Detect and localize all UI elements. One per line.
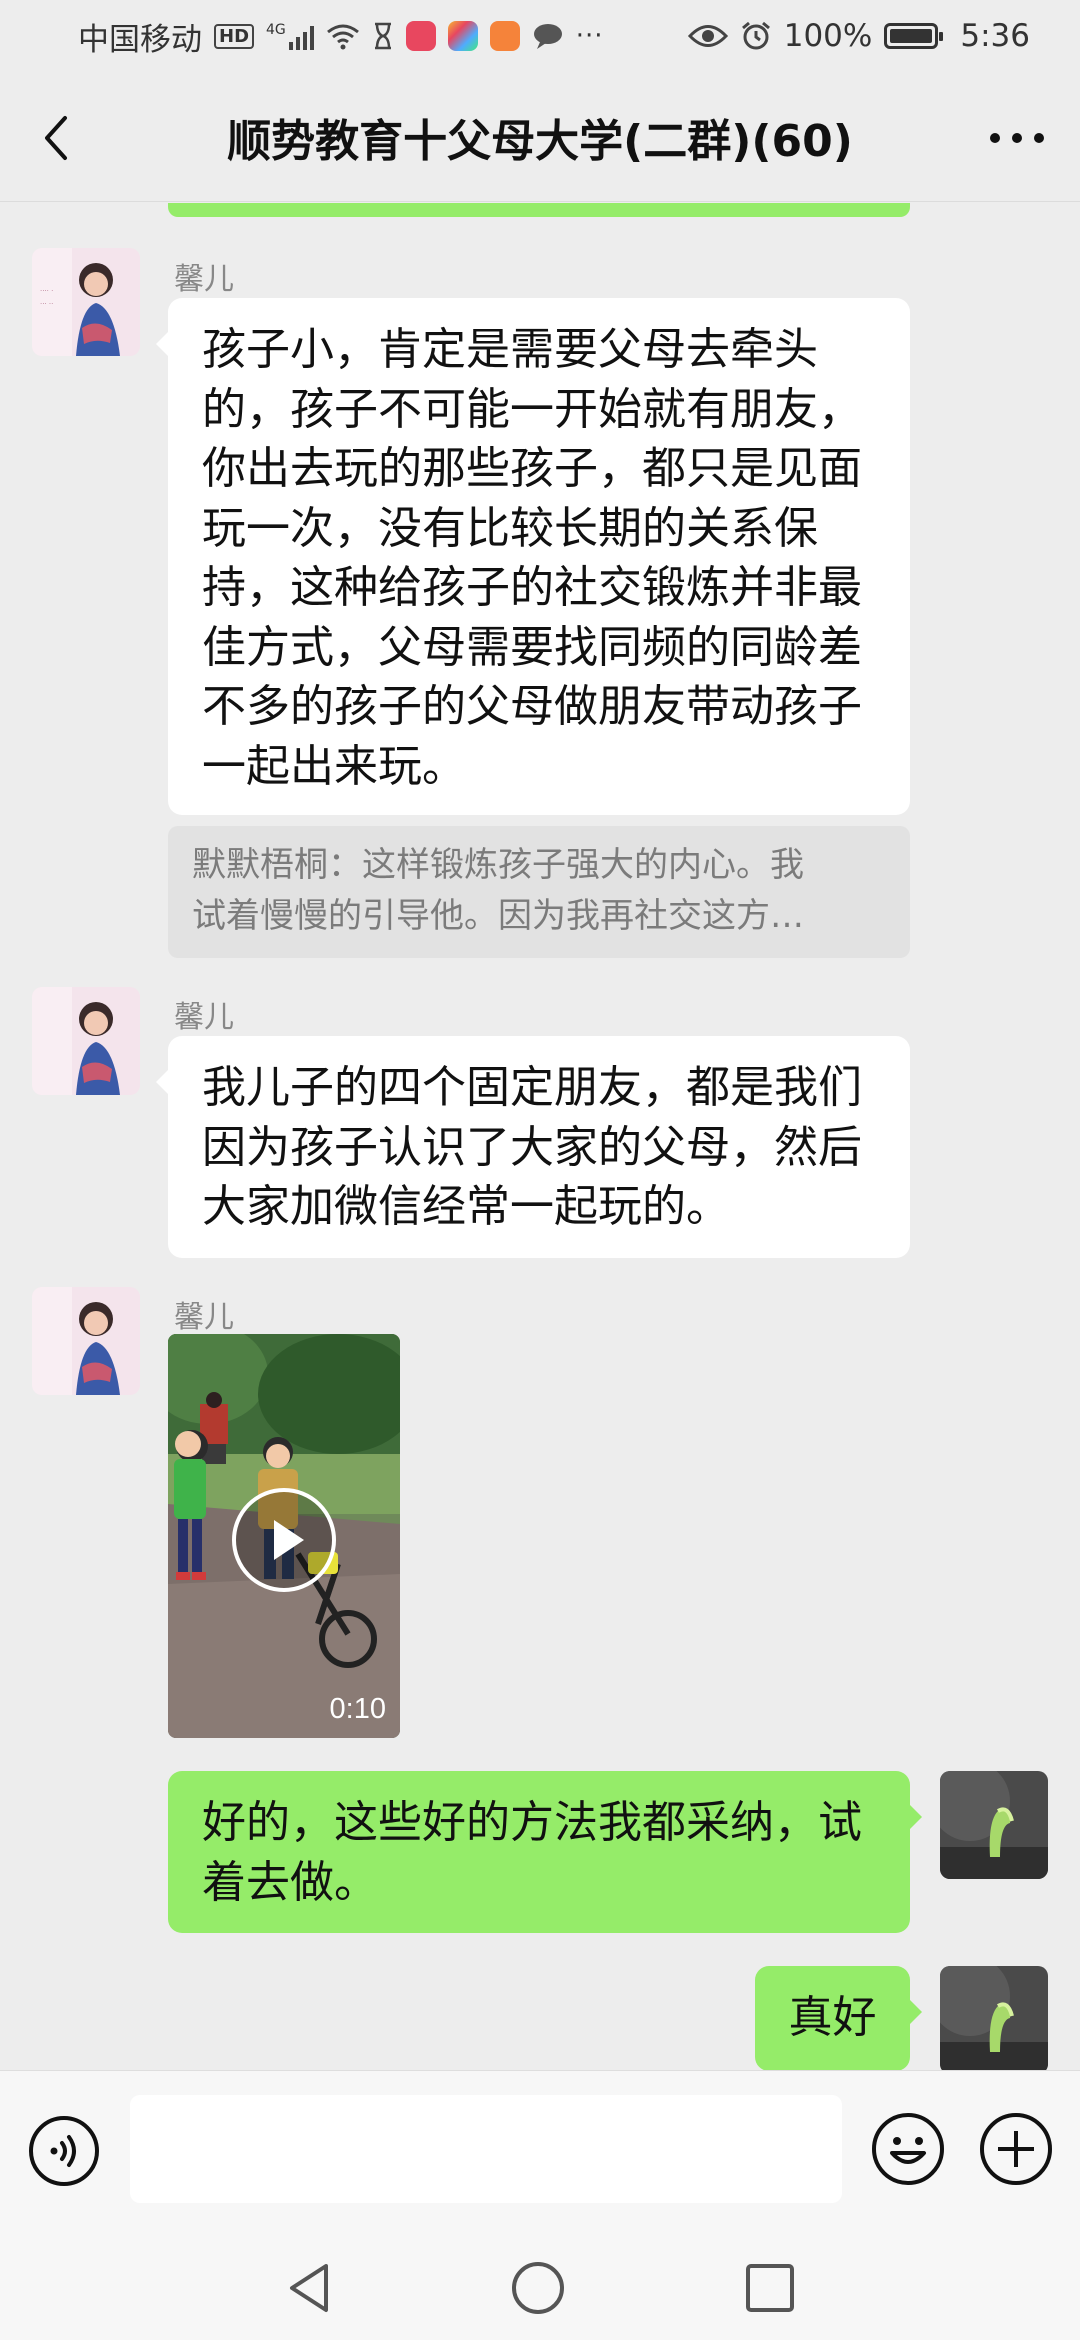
sender-name: 馨儿 xyxy=(174,1000,234,1035)
status-bar-right: 100% 5:36 xyxy=(687,18,1030,54)
play-icon[interactable] xyxy=(230,1486,338,1594)
avatar[interactable] xyxy=(32,1287,140,1395)
more-icon xyxy=(990,133,1044,143)
chat-area[interactable]: ···· · ··· ·· 馨儿 孩子小，肯定是需要父母去牵头的，孩子不可能一开… xyxy=(0,203,1080,2070)
battery-icon xyxy=(884,23,944,49)
chat-header: 顺势教育十父母大学(二群)(60) xyxy=(0,72,1080,202)
clock: 5:36 xyxy=(960,18,1030,54)
page-title: 顺势教育十父母大学(二群)(60) xyxy=(227,115,853,167)
nav-recent-icon[interactable] xyxy=(742,2260,798,2316)
plus-icon[interactable] xyxy=(978,2111,1054,2187)
sender-name: 馨儿 xyxy=(174,262,234,297)
network-label: 4G xyxy=(266,22,286,38)
avatar[interactable] xyxy=(940,1966,1048,2070)
wifi-icon xyxy=(326,24,359,50)
avatar[interactable] xyxy=(32,987,140,1095)
avatar[interactable]: ···· · ··· ·· xyxy=(32,248,140,356)
more-button[interactable] xyxy=(982,110,1052,166)
voice-icon[interactable] xyxy=(28,2115,100,2187)
message-bubble[interactable]: 真好 xyxy=(755,1966,922,2070)
quoted-message[interactable]: 默默梧桐：这样锻炼孩子强大的内心。我 试着慢慢的引导他。因为我再社交这方… xyxy=(168,826,910,958)
quote-line: 默默梧桐：这样锻炼孩子强大的内心。我 xyxy=(192,845,804,885)
message-icon xyxy=(533,24,562,49)
emoji-icon[interactable] xyxy=(870,2111,946,2187)
nav-home-icon[interactable] xyxy=(510,2260,566,2316)
system-nav-bar xyxy=(0,2230,1080,2340)
alarm-icon xyxy=(741,21,770,50)
carrier-label: 中国移动 xyxy=(78,21,202,58)
input-bar xyxy=(0,2070,1080,2230)
message-bubble[interactable]: 我儿子的四个固定朋友，都是我们因为孩子认识了大家的父母，然后大家加微信经常一起玩… xyxy=(156,1036,910,1258)
message-bubble[interactable]: 好的，这些好的方法我都采纳，试着去做。 xyxy=(168,1771,922,1933)
book-app-icon xyxy=(405,21,436,51)
avatar[interactable] xyxy=(940,1771,1048,1879)
status-bar-left: 中国移动 HD 4G ··· xyxy=(78,14,604,59)
svg-text:··· ··: ··· ·· xyxy=(40,300,53,308)
quote-line: 试着慢慢的引导他。因为我再社交这方… xyxy=(192,896,804,936)
back-button[interactable] xyxy=(28,110,84,166)
colorful-app-icon xyxy=(447,21,478,51)
back-arrow-icon xyxy=(45,116,67,160)
nav-back-icon[interactable] xyxy=(282,2260,338,2316)
sender-name: 馨儿 xyxy=(174,1300,234,1335)
heart-app-icon xyxy=(489,21,520,51)
hourglass-icon xyxy=(374,22,391,50)
message-bubble[interactable]: 孩子小，肯定是需要父母去牵头的，孩子不可能一开始就有朋友，你出去玩的那些孩子，都… xyxy=(156,298,910,815)
video-message[interactable]: 0:10 xyxy=(168,1334,400,1738)
more-notifications-icon: ··· xyxy=(575,21,604,51)
status-bar: 中国移动 HD 4G ··· 100% 5:36 xyxy=(0,0,1080,72)
eye-icon xyxy=(687,25,728,47)
signal-icon: 4G xyxy=(266,22,314,50)
battery-percent: 100% xyxy=(783,18,873,54)
message-input[interactable] xyxy=(130,2095,842,2203)
svg-text:···· ·: ···· · xyxy=(40,287,53,295)
previous-message-bubble[interactable] xyxy=(168,203,910,217)
hd-badge: HD xyxy=(214,23,255,49)
video-duration: 0:10 xyxy=(329,1693,386,1725)
